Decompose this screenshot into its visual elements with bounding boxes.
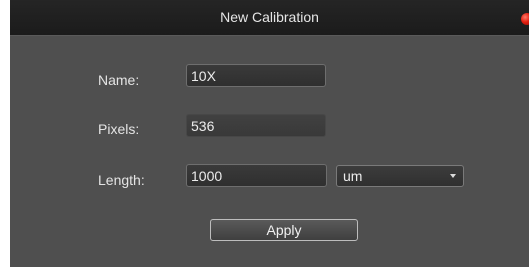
name-input[interactable] [186,64,326,87]
name-label: Name: [98,72,140,88]
unit-selected-value: um [343,168,363,184]
length-input[interactable] [186,164,327,187]
unit-select[interactable]: um [336,165,464,187]
pixels-label: Pixels: [98,121,140,137]
chevron-down-icon [450,174,456,178]
close-icon[interactable] [521,13,529,25]
dialog-title: New Calibration [220,9,319,25]
pixels-field [186,114,326,137]
length-label: Length: [98,172,145,188]
calibration-window: New Calibration Name: Pixels: Length: um… [0,0,529,273]
dialog-body: Name: Pixels: Length: um Apply [10,36,529,267]
title-bar: New Calibration [10,0,529,36]
apply-button[interactable]: Apply [210,219,358,241]
